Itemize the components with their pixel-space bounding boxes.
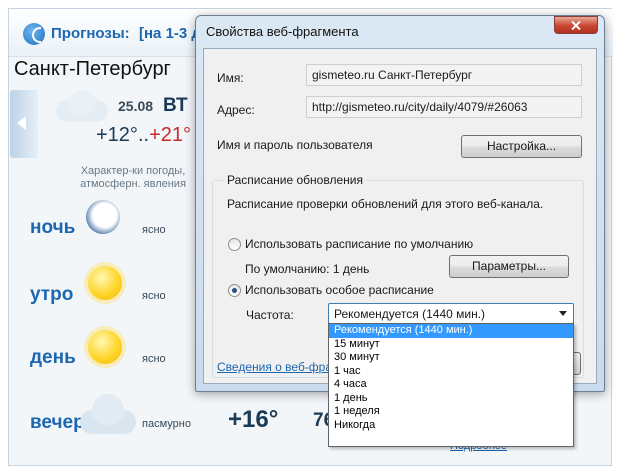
cloud-icon [78, 392, 138, 442]
default-schedule-radio[interactable] [228, 238, 241, 251]
about-web-slices-link[interactable]: Сведения о веб-фраг [217, 360, 331, 374]
conditions-caption: Характер-ки погоды, атмосферн. явления [80, 165, 186, 190]
name-field[interactable]: gismeteo.ru Санкт-Петербург [306, 64, 582, 86]
frequency-option[interactable]: 30 минут [329, 351, 573, 365]
period-label-evening: вечер [30, 412, 85, 433]
city-name: Санкт-Петербург [14, 58, 171, 80]
period-condition-evening: пасмурно [142, 418, 191, 430]
prev-day-button[interactable] [10, 90, 38, 158]
period-label-morning: утро [30, 284, 74, 305]
gadget-title: Прогнозы: [51, 25, 130, 42]
frequency-dropdown-list: Рекомендуется (1440 мин.) 15 минут 30 ми… [328, 323, 574, 447]
temperature-range: +12°..+21° [96, 124, 191, 147]
temp-low: +12° [96, 124, 138, 146]
period-condition-morning: ясно [142, 290, 166, 302]
moon-icon [86, 200, 120, 234]
schedule-group-title: Расписание обновления [224, 173, 366, 187]
frequency-option[interactable]: 1 час [329, 365, 573, 379]
frequency-option[interactable]: 1 день [329, 392, 573, 406]
sun-icon [88, 330, 122, 364]
frequency-label: Частота: [246, 308, 294, 322]
temp-high: +21° [149, 124, 191, 146]
frequency-option[interactable]: Никогда [329, 419, 573, 433]
frequency-selected-value: Рекомендуется (1440 мин.) [334, 307, 486, 321]
gismeteo-logo-icon [23, 23, 45, 45]
chevron-down-icon [559, 311, 567, 316]
settings-button[interactable]: Настройка... [461, 135, 582, 158]
dialog-title: Свойства веб-фрагмента [206, 24, 359, 39]
period-label-day: день [30, 347, 76, 368]
forecast-range[interactable]: [на 1-3 д [139, 25, 201, 42]
name-label: Имя: [217, 71, 244, 85]
period-condition-day: ясно [142, 353, 166, 365]
forecast-date: 25.08 [118, 98, 154, 114]
default-info: По умолчанию: 1 день [245, 262, 370, 276]
address-field[interactable]: http://gismeteo.ru/city/daily/4079/#2606… [306, 96, 582, 118]
sun-icon [88, 266, 122, 300]
custom-schedule-label[interactable]: Использовать особое расписание [245, 283, 434, 297]
period-condition-night: ясно [142, 224, 166, 236]
frequency-select[interactable]: Рекомендуется (1440 мин.) [328, 303, 574, 324]
left-arrow-icon [17, 116, 26, 130]
period-label-night: ночь [30, 217, 76, 238]
temp-separator: .. [137, 124, 150, 146]
frequency-option[interactable]: 15 минут [329, 338, 573, 352]
frequency-option[interactable]: 1 неделя [329, 405, 573, 419]
address-label: Адрес: [217, 103, 255, 117]
schedule-description: Расписание проверки обновлений для этого… [227, 197, 544, 211]
close-button[interactable] [554, 16, 598, 34]
frequency-option[interactable]: Рекомендуется (1440 мин.) [329, 324, 573, 338]
evening-temperature: +16° [228, 406, 279, 433]
cloud-icon [50, 86, 112, 126]
parameters-button[interactable]: Параметры... [449, 255, 569, 278]
day-of-week: ВТ [163, 95, 188, 116]
default-schedule-label[interactable]: Использовать расписание по умолчанию [245, 237, 473, 251]
frequency-option[interactable]: 4 часа [329, 378, 573, 392]
custom-schedule-radio[interactable] [228, 284, 241, 297]
credentials-label: Имя и пароль пользователя [217, 138, 373, 152]
